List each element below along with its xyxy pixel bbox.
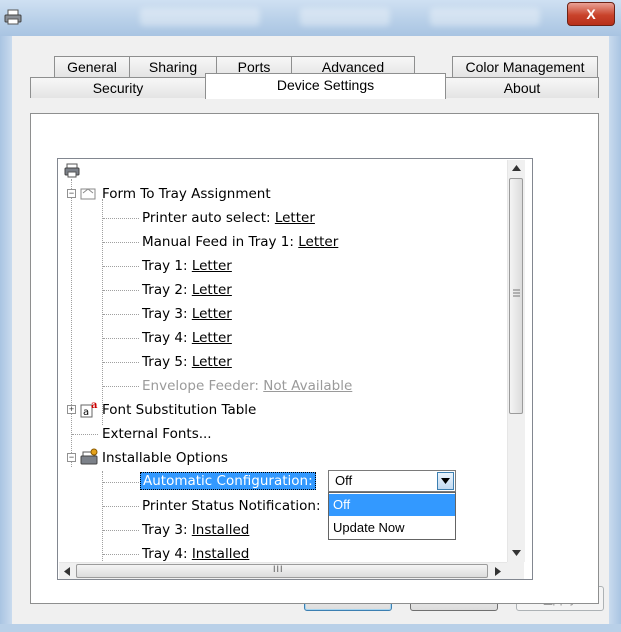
settings-tree: − Form To Tray Assignment Printer auto s… [57,158,533,580]
item-value[interactable]: Letter [192,282,232,298]
item-value[interactable]: Letter [275,210,315,226]
scroll-left-arrow-icon[interactable] [64,567,70,576]
option-update-now[interactable]: Update Now [329,517,455,539]
tree-item-tray-3[interactable]: Tray 3: Letter [142,303,232,325]
item-value[interactable]: Letter [192,354,232,370]
tab-color-management[interactable]: Color Management [452,56,598,77]
scrollbar-corner [507,562,524,579]
window-frame-right [609,36,621,632]
tree-item-manual-feed[interactable]: Manual Feed in Tray 1: Letter [142,231,338,253]
tree-line [103,530,139,531]
item-label: Tray 5: [142,354,188,370]
tree-line [71,179,72,467]
dropdown-button[interactable] [437,472,454,490]
item-value[interactable]: Installed [192,546,250,562]
window-frame-left [0,36,12,632]
tree-item-tray-5[interactable]: Tray 5: Letter [142,351,232,373]
tab-device-settings[interactable]: Device Settings [205,73,446,99]
device-settings-page: − Form To Tray Assignment Printer auto s… [30,113,599,604]
item-value: Not Available [263,378,353,394]
item-label: Envelope Feeder: [142,378,259,394]
vertical-scrollbar[interactable] [507,160,525,562]
blurred-title-text [140,8,260,26]
tree-line [103,338,139,339]
tree-item-printer-status-notification[interactable]: Printer Status Notification: [142,495,321,517]
item-value[interactable]: Installed [192,522,250,538]
tree-line [103,290,139,291]
tree-line [103,242,139,243]
svg-text:a: a [91,400,98,411]
item-label: Tray 4: [142,330,188,346]
grip-icon: III [273,564,284,574]
expand-toggle[interactable]: + [67,405,76,414]
font-icon: a a [80,400,98,418]
item-label: Tray 3: [142,306,188,322]
tree-item-opt-tray-3[interactable]: Tray 3: Installed [142,519,249,541]
chevron-down-icon [441,478,450,484]
close-button[interactable]: X [567,2,615,26]
tree-item-automatic-configuration[interactable]: Automatic Configuration: [140,471,316,493]
form-tray-icon [80,188,96,200]
tree-item-printer-auto-select[interactable]: Printer auto select: Letter [142,207,315,229]
window-frame-bottom [0,624,621,632]
item-label-selected: Automatic Configuration: [140,472,316,490]
tree-item-tray-2[interactable]: Tray 2: Letter [142,279,232,301]
tree-line [102,199,103,425]
tree-item-envelope-feeder: Envelope Feeder: Not Available [142,375,352,397]
collapse-toggle[interactable]: − [67,189,76,198]
installable-options-icon [80,448,98,465]
item-label: Manual Feed in Tray 1: [142,234,294,250]
tree-item-external-fonts[interactable]: External Fonts... [102,423,212,445]
svg-text:a: a [83,407,89,418]
tree-item-tray-4[interactable]: Tray 4: Letter [142,327,232,349]
item-value[interactable]: Letter [192,258,232,274]
blurred-title-text [430,8,540,26]
tree-line [72,434,98,435]
dialog-client-area: General Sharing Ports Advanced Color Man… [12,36,609,624]
scroll-down-arrow-icon[interactable] [512,550,521,556]
horizontal-scrollbar[interactable]: III [59,562,507,579]
combo-value: Off [335,473,353,488]
tree-line [103,218,139,219]
item-label: Tray 2: [142,282,188,298]
title-bar: X [0,0,621,37]
tree-line [103,362,139,363]
tab-general[interactable]: General [54,56,130,77]
item-value[interactable]: Letter [192,330,232,346]
tree-line [103,266,139,267]
tree-line [103,554,139,555]
horizontal-scroll-thumb[interactable]: III [76,564,488,578]
tree-line [103,314,139,315]
tree-item-form-to-tray[interactable]: Form To Tray Assignment [102,183,271,205]
printer-root-icon [64,163,80,178]
option-off[interactable]: Off [329,494,455,516]
tree-item-tray-1[interactable]: Tray 1: Letter [142,255,232,277]
item-label: Tray 4: [142,546,188,562]
item-label: Tray 3: [142,522,188,538]
scroll-right-arrow-icon[interactable] [495,567,501,576]
item-label: Printer auto select: [142,210,271,226]
grip-icon [513,289,520,297]
tab-security[interactable]: Security [30,77,206,98]
item-value[interactable]: Letter [298,234,338,250]
tab-about[interactable]: About [445,77,599,98]
collapse-toggle[interactable]: − [67,453,76,462]
tree-line [103,506,139,507]
item-label: Tray 1: [142,258,188,274]
blurred-title-text [300,8,390,26]
item-value[interactable]: Letter [192,306,232,322]
automatic-configuration-dropdown: Off Update Now [328,492,456,540]
tree-item-font-substitution[interactable]: Font Substitution Table [102,399,256,421]
tree-line [103,386,139,387]
vertical-scroll-thumb[interactable] [509,178,523,414]
tree-item-installable-options[interactable]: Installable Options [102,447,228,469]
automatic-configuration-combo[interactable]: Off [328,470,456,492]
tab-sharing[interactable]: Sharing [129,56,217,77]
scroll-up-arrow-icon[interactable] [512,165,521,171]
printer-icon [4,9,22,25]
tree-line [103,482,139,483]
